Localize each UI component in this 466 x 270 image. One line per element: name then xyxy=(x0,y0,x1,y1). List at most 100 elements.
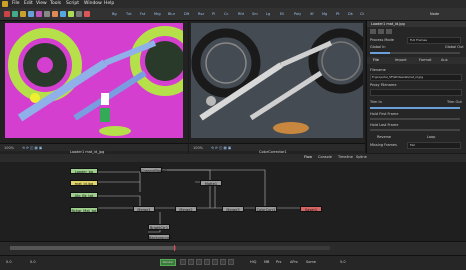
flow-node[interactable]: Loader_bg xyxy=(70,168,98,174)
tool-node[interactable]: Node xyxy=(430,10,439,18)
render-button[interactable]: Render xyxy=(160,259,176,266)
toolbar: Bg Txt Fst Mrg Blur Dft Rsz Pl Cc Rfd Sm… xyxy=(0,8,466,21)
tool-dft[interactable]: Dft xyxy=(184,10,189,18)
reset-icon[interactable] xyxy=(386,29,392,34)
tool-bg[interactable]: Bg xyxy=(112,10,117,18)
missing-frames-select[interactable]: Fail xyxy=(407,142,461,149)
menu-tools[interactable]: Tools xyxy=(50,1,61,7)
mb-button[interactable]: MB xyxy=(264,260,269,264)
flow-node[interactable]: Background1 xyxy=(148,234,172,240)
menu-view[interactable]: View xyxy=(36,1,47,7)
pin-icon[interactable] xyxy=(370,29,376,34)
menu-window[interactable]: Window xyxy=(84,1,102,7)
tab-file[interactable]: File xyxy=(373,58,379,62)
tool-cc[interactable]: Cc xyxy=(224,10,228,18)
play-icon[interactable] xyxy=(212,259,218,265)
hold-first-slider[interactable] xyxy=(370,118,460,120)
zoom-label[interactable]: 100% xyxy=(4,146,14,150)
tool-dk[interactable]: Dk xyxy=(348,10,353,18)
tool-rsz[interactable]: Rsz xyxy=(198,10,204,18)
tool-rfd[interactable]: Rfd xyxy=(238,10,244,18)
flow-node[interactable]: ChannelBools1 xyxy=(140,167,167,173)
time-current[interactable]: 0.0 xyxy=(30,260,36,264)
flow-area[interactable]: Loader_bg mat_id.jpg Ato_Bk_tot Bckgr_Ma… xyxy=(0,162,466,241)
process-mode-select[interactable]: Full Frames xyxy=(407,37,461,44)
zoom-label[interactable]: 100% xyxy=(193,146,203,150)
viewer-right[interactable] xyxy=(189,21,365,143)
toolbar-icon[interactable] xyxy=(68,11,74,17)
time-start[interactable]: 0.0 xyxy=(6,260,12,264)
tab-timeline[interactable]: Timeline xyxy=(338,155,353,159)
hold-last-slider[interactable] xyxy=(370,129,460,131)
tool-mg[interactable]: Mg xyxy=(322,10,327,18)
tool-xf[interactable]: Xf xyxy=(310,10,314,18)
time-end[interactable]: 5.0 xyxy=(340,260,346,264)
tool-fst[interactable]: Fst xyxy=(140,10,145,18)
toolbar-icon[interactable] xyxy=(60,11,66,17)
step-forward-icon[interactable] xyxy=(220,259,226,265)
tool-txt[interactable]: Txt xyxy=(126,10,132,18)
go-end-icon[interactable] xyxy=(228,259,234,265)
hiq-button[interactable]: HiQ xyxy=(250,260,256,264)
tab-aux[interactable]: Aux xyxy=(441,58,448,62)
toolbar-icon[interactable] xyxy=(4,11,10,17)
toolbar-icon[interactable] xyxy=(44,11,50,17)
tool-lg[interactable]: Lg xyxy=(266,10,270,18)
flow-node[interactable]: BrightCtr1 xyxy=(148,224,170,230)
toolbar-icon[interactable] xyxy=(28,11,34,17)
playhead[interactable] xyxy=(174,245,175,251)
menu-help[interactable]: Help xyxy=(104,1,114,7)
tool-mrg[interactable]: Mrg xyxy=(154,10,161,18)
menu-file[interactable]: File xyxy=(12,1,20,7)
time-range[interactable] xyxy=(10,246,176,250)
trim-in-label: Trim In xyxy=(370,100,382,104)
tool-poly[interactable]: Poly xyxy=(294,10,301,18)
proxy-filename-field[interactable] xyxy=(370,89,462,96)
tab-import[interactable]: Import xyxy=(395,58,407,62)
tab-console[interactable]: Console xyxy=(318,155,332,159)
tool-pl[interactable]: Pl xyxy=(212,10,215,18)
flow-node[interactable]: Merge3 xyxy=(222,206,244,212)
stop-icon[interactable] xyxy=(204,259,210,265)
filename-label: Filename xyxy=(370,68,386,72)
play-reverse-icon[interactable] xyxy=(196,259,202,265)
viewer-left[interactable] xyxy=(0,21,188,143)
tool-blur[interactable]: Blur xyxy=(168,10,175,18)
tab-spline[interactable]: Spline xyxy=(356,155,367,159)
missing-frames-label: Missing Frames xyxy=(370,143,397,147)
loop-checkbox[interactable]: Loop xyxy=(427,134,435,140)
tool-ell[interactable]: Ell xyxy=(280,10,284,18)
toolbar-icon[interactable] xyxy=(52,11,58,17)
tool-ct[interactable]: Ct xyxy=(360,10,364,18)
go-start-icon[interactable] xyxy=(180,259,186,265)
flow-node[interactable]: Matte1 xyxy=(200,180,222,186)
reverse-checkbox[interactable]: Reverse xyxy=(377,134,391,140)
tool-sm[interactable]: Sm xyxy=(252,10,258,18)
aprx-button[interactable]: APrx xyxy=(290,260,298,264)
toolbar-icon[interactable] xyxy=(20,11,26,17)
timeline-ruler[interactable] xyxy=(0,241,466,256)
flow-node[interactable]: Saver1 xyxy=(300,206,322,212)
tab-flow[interactable]: Flow xyxy=(304,155,312,159)
flow-node[interactable]: mat_id.jpg xyxy=(70,180,98,186)
flow-node[interactable]: Merge1 xyxy=(133,206,155,212)
toolbar-icon[interactable] xyxy=(12,11,18,17)
flow-node[interactable]: Ato_Bk_tot xyxy=(70,192,98,198)
flow-node[interactable]: Bckgr_Mat_tot xyxy=(70,207,98,213)
toolbar-icon[interactable] xyxy=(36,11,42,17)
prx-button[interactable]: Prx xyxy=(276,260,281,264)
menu-script[interactable]: Script xyxy=(66,1,79,7)
step-back-icon[interactable] xyxy=(188,259,194,265)
tool-pt[interactable]: Pt xyxy=(336,10,339,18)
global-range-slider[interactable] xyxy=(370,52,460,54)
lock-icon[interactable] xyxy=(378,29,384,34)
some-button[interactable]: Some xyxy=(306,260,316,264)
toolbar-icon[interactable] xyxy=(84,11,90,17)
flow-node[interactable]: ColorCorr1 xyxy=(255,206,277,212)
filename-field[interactable]: E:\projects\_SF\Whiteside\mat_id.jpg xyxy=(370,74,462,81)
toolbar-icon[interactable] xyxy=(76,11,82,17)
menu-edit[interactable]: Edit xyxy=(24,1,33,7)
flow-node[interactable]: Merge2 xyxy=(175,206,197,212)
trim-slider[interactable] xyxy=(370,107,460,109)
tab-format[interactable]: Format xyxy=(419,58,431,62)
